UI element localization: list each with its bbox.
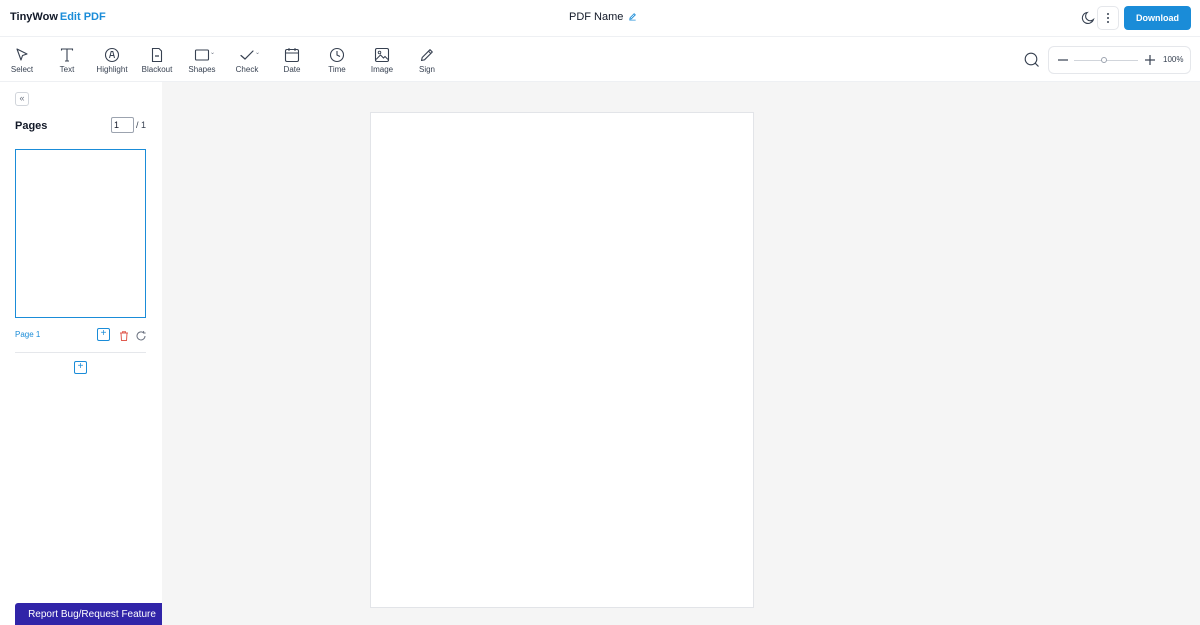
tool-label: Text bbox=[59, 65, 75, 74]
checkmark-icon bbox=[240, 50, 254, 60]
brand-name: TinyWow bbox=[10, 11, 58, 23]
insert-page-button[interactable]: + bbox=[97, 328, 110, 341]
document-title[interactable]: PDF Name bbox=[569, 11, 637, 24]
top-header: TinyWow Edit PDF PDF Name Download bbox=[0, 0, 1200, 37]
rectangle-icon bbox=[194, 49, 210, 61]
collapse-sidebar-button[interactable]: « bbox=[15, 92, 29, 106]
tool-label: Shapes bbox=[188, 65, 216, 74]
image-icon bbox=[374, 47, 390, 63]
minus-icon bbox=[1058, 59, 1068, 61]
cursor-icon bbox=[16, 48, 28, 61]
sidebar-divider bbox=[15, 352, 146, 353]
trash-icon bbox=[120, 331, 128, 341]
brand-logo[interactable]: TinyWow Edit PDF bbox=[10, 11, 106, 23]
rotate-icon bbox=[136, 331, 146, 341]
add-page-button[interactable]: + bbox=[74, 361, 87, 374]
current-page-input[interactable] bbox=[111, 117, 134, 133]
tool-highlight[interactable]: Highlight bbox=[92, 47, 132, 75]
zoom-in-button[interactable] bbox=[1143, 53, 1157, 67]
clock-icon bbox=[329, 47, 345, 63]
report-bug-button[interactable]: Report Bug/Request Feature bbox=[15, 603, 169, 625]
blackout-icon bbox=[151, 47, 163, 63]
brand-tool-name: Edit PDF bbox=[59, 11, 106, 23]
tool-text[interactable]: Text bbox=[47, 47, 87, 75]
page-label[interactable]: Page 1 bbox=[15, 330, 40, 339]
delete-page-button[interactable] bbox=[118, 329, 130, 341]
document-title-text: PDF Name bbox=[569, 11, 624, 23]
tool-label: Time bbox=[328, 65, 346, 74]
dark-mode-moon-icon[interactable] bbox=[1080, 10, 1096, 26]
search-icon bbox=[1024, 52, 1039, 67]
calendar-icon bbox=[284, 48, 300, 63]
pen-icon bbox=[420, 49, 433, 62]
chevron-down-icon: ⌄ bbox=[210, 50, 216, 56]
tool-sign[interactable]: Sign bbox=[407, 47, 447, 75]
zoom-out-button[interactable] bbox=[1056, 53, 1070, 67]
search-button[interactable] bbox=[1023, 51, 1041, 69]
tool-label: Highlight bbox=[96, 65, 128, 74]
tool-blackout[interactable]: Blackout bbox=[137, 47, 177, 75]
tool-check[interactable]: ⌄ Check bbox=[227, 47, 267, 75]
tool-label: Sign bbox=[418, 65, 435, 74]
pages-heading: Pages bbox=[15, 120, 48, 132]
download-button[interactable]: Download bbox=[1124, 6, 1191, 30]
tools-toolbar: Select Text Highlight Blackout ⌄ Shapes … bbox=[0, 37, 1200, 82]
zoom-level: 100% bbox=[1163, 55, 1184, 64]
tool-label: Select bbox=[10, 65, 34, 74]
total-pages: / 1 bbox=[136, 120, 147, 130]
plus-icon bbox=[1145, 55, 1155, 65]
rename-pencil-icon[interactable] bbox=[628, 12, 637, 24]
tool-label: Date bbox=[283, 65, 301, 74]
tool-label: Check bbox=[235, 65, 259, 74]
pdf-page[interactable] bbox=[370, 112, 754, 608]
tool-select[interactable]: Select bbox=[2, 47, 42, 75]
tool-shapes[interactable]: ⌄ Shapes bbox=[182, 47, 222, 75]
text-icon bbox=[60, 48, 74, 62]
kebab-menu-icon bbox=[1107, 13, 1109, 23]
tool-time[interactable]: Time bbox=[317, 47, 357, 75]
tool-date[interactable]: Date bbox=[272, 47, 312, 75]
document-canvas bbox=[162, 82, 1200, 625]
highlight-icon bbox=[104, 47, 120, 63]
pages-sidebar: « Pages / 1 Page 1 + + Report Bug/Reques… bbox=[0, 82, 169, 625]
rotate-page-button[interactable] bbox=[135, 329, 147, 341]
chevron-down-icon: ⌄ bbox=[255, 50, 261, 56]
tool-label: Image bbox=[370, 65, 394, 74]
zoom-control: 100% bbox=[1048, 46, 1191, 74]
tool-label: Blackout bbox=[141, 65, 173, 74]
tool-image[interactable]: Image bbox=[362, 47, 402, 75]
more-options-button[interactable] bbox=[1097, 6, 1119, 30]
zoom-slider-handle[interactable] bbox=[1101, 57, 1107, 63]
page-thumbnail[interactable] bbox=[15, 149, 146, 318]
